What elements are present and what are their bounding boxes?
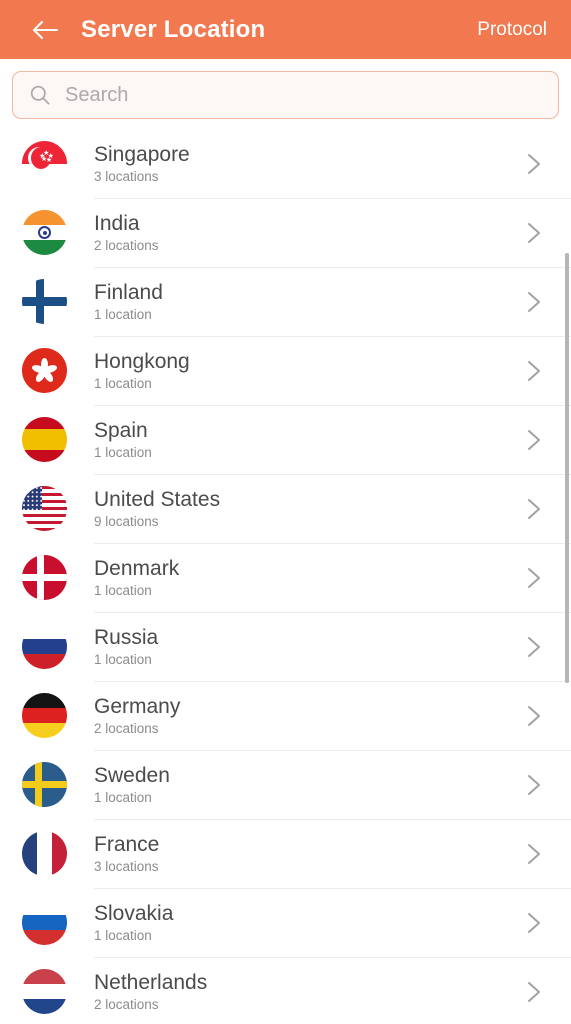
country-name: France	[94, 832, 160, 856]
chevron-right-icon[interactable]	[523, 358, 549, 384]
list-item[interactable]: Sweden 1 location	[0, 750, 571, 819]
flag-denmark-icon	[22, 555, 67, 600]
flag-india-icon	[22, 210, 67, 255]
list-item-text: Spain 1 location	[94, 418, 523, 462]
country-name: Singapore	[94, 142, 190, 166]
flag-hongkong-icon	[22, 348, 67, 393]
country-name: India	[94, 211, 140, 235]
location-count: 1 location	[94, 582, 152, 598]
app-header: Server Location Protocol	[0, 0, 571, 59]
flag-slovakia-icon	[22, 900, 67, 945]
location-count: 1 location	[94, 927, 152, 943]
flag-germany-icon	[22, 693, 67, 738]
search-input[interactable]	[65, 83, 542, 107]
country-name: Sweden	[94, 763, 170, 787]
location-count: 2 locations	[94, 720, 159, 736]
location-count: 2 locations	[94, 237, 159, 253]
country-name: Russia	[94, 625, 159, 649]
list-item-text: United States 9 locations	[94, 487, 523, 531]
country-name: United States	[94, 487, 221, 511]
location-count: 1 location	[94, 306, 152, 322]
server-location-list[interactable]: ★ ★ ★ ★ ★ Singapore 3 locations India 2 …	[0, 129, 571, 1023]
country-name: Hongkong	[94, 349, 190, 373]
chevron-right-icon[interactable]	[523, 634, 549, 660]
back-button[interactable]	[28, 13, 62, 47]
chevron-right-icon[interactable]	[523, 841, 549, 867]
search-container	[0, 59, 571, 129]
location-count: 9 locations	[94, 513, 159, 529]
country-name: Slovakia	[94, 901, 174, 925]
country-name: Germany	[94, 694, 181, 718]
location-count: 3 locations	[94, 168, 159, 184]
list-item-text: Netherlands 2 locations	[94, 970, 523, 1014]
flag-finland-icon	[22, 279, 67, 324]
location-count: 1 location	[94, 444, 152, 460]
flag-spain-icon	[22, 417, 67, 462]
chevron-right-icon[interactable]	[523, 979, 549, 1005]
list-item-text: Hongkong 1 location	[94, 349, 523, 393]
flag-france-icon	[22, 831, 67, 876]
list-item[interactable]: India 2 locations	[0, 198, 571, 267]
flag-netherlands-icon	[22, 969, 67, 1014]
location-count: 1 location	[94, 651, 152, 667]
flag-russia-icon	[22, 624, 67, 669]
location-count: 2 locations	[94, 996, 159, 1012]
search-box[interactable]	[12, 71, 559, 119]
scrollbar-thumb[interactable]	[565, 253, 569, 683]
country-name: Finland	[94, 280, 163, 304]
chevron-right-icon[interactable]	[523, 289, 549, 315]
list-item-text: India 2 locations	[94, 211, 523, 255]
arrow-left-icon	[30, 18, 60, 42]
list-item-text: Finland 1 location	[94, 280, 523, 324]
chevron-right-icon[interactable]	[523, 910, 549, 936]
list-item-text: Russia 1 location	[94, 625, 523, 669]
chevron-right-icon[interactable]	[523, 151, 549, 177]
list-item[interactable]: Hongkong 1 location	[0, 336, 571, 405]
list-item-text: Germany 2 locations	[94, 694, 523, 738]
search-icon	[29, 84, 51, 106]
list-item-text: Slovakia 1 location	[94, 901, 523, 945]
country-name: Netherlands	[94, 970, 208, 994]
list-item[interactable]: Slovakia 1 location	[0, 888, 571, 957]
list-item-text: France 3 locations	[94, 832, 523, 876]
list-item-text: Sweden 1 location	[94, 763, 523, 807]
location-count: 1 location	[94, 789, 152, 805]
list-item[interactable]: Netherlands 2 locations	[0, 957, 571, 1023]
list-item[interactable]: ★ ★ ★ ★ ★ Singapore 3 locations	[0, 129, 571, 198]
country-name: Denmark	[94, 556, 180, 580]
flag-singapore-icon: ★ ★ ★ ★ ★	[22, 141, 67, 186]
server-location-screen: Server Location Protocol Search ★ ★ ★ ★ …	[0, 0, 571, 1024]
list-item[interactable]: Russia 1 location	[0, 612, 571, 681]
chevron-right-icon[interactable]	[523, 220, 549, 246]
list-item[interactable]: Spain 1 location	[0, 405, 571, 474]
chevron-right-icon[interactable]	[523, 427, 549, 453]
country-name: Spain	[94, 418, 148, 442]
chevron-right-icon[interactable]	[523, 565, 549, 591]
list-item[interactable]: Germany 2 locations	[0, 681, 571, 750]
list-item[interactable]: Finland 1 location	[0, 267, 571, 336]
list-item-text: Denmark 1 location	[94, 556, 523, 600]
list-item[interactable]: United States 9 locations	[0, 474, 571, 543]
list-item-text: Singapore 3 locations	[94, 142, 523, 186]
flag-sweden-icon	[22, 762, 67, 807]
flag-united-states-icon	[22, 486, 67, 531]
chevron-right-icon[interactable]	[523, 703, 549, 729]
location-count: 3 locations	[94, 858, 159, 874]
chevron-right-icon[interactable]	[523, 772, 549, 798]
list-item[interactable]: France 3 locations	[0, 819, 571, 888]
page-title: Server Location	[81, 15, 266, 43]
chevron-right-icon[interactable]	[523, 496, 549, 522]
location-count: 1 location	[94, 375, 152, 391]
list-item[interactable]: Denmark 1 location	[0, 543, 571, 612]
protocol-button[interactable]: Protocol	[475, 15, 549, 45]
